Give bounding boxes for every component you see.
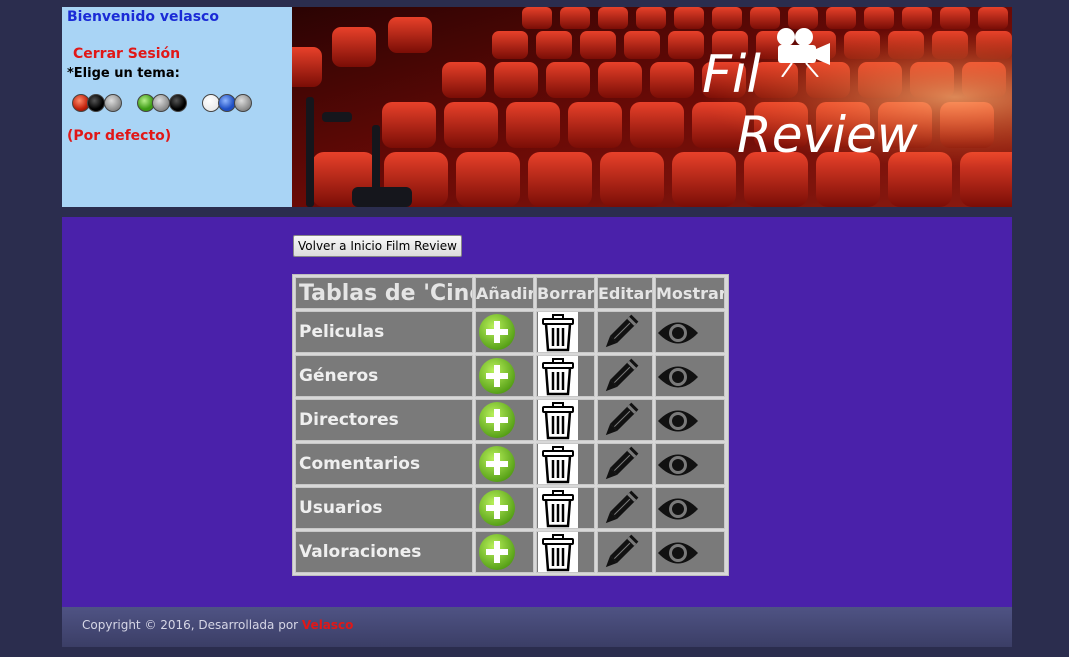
theme-red-black[interactable] [72, 94, 124, 112]
add-directores-button[interactable] [475, 399, 534, 441]
delete-valoraciones-button[interactable] [536, 531, 595, 573]
row-label-generos: Géneros [295, 355, 473, 397]
pencil-icon [599, 312, 641, 358]
header-show: Mostrar [655, 277, 725, 309]
eye-icon [657, 406, 699, 440]
logo-text-line2: Review [737, 106, 918, 164]
header-edit: Editar [597, 277, 653, 309]
add-comentarios-button[interactable] [475, 443, 534, 485]
copyright-label: Copyright © 2016, Desarrollada por [82, 618, 299, 632]
add-icon [478, 445, 516, 487]
back-home-button[interactable]: Volver a Inicio Film Review [293, 235, 462, 257]
row-label-valoraciones: Valoraciones [295, 531, 473, 573]
add-icon [478, 357, 516, 399]
delete-usuarios-button[interactable] [536, 487, 595, 529]
header-delete: Borrar [536, 277, 595, 309]
show-generos-button[interactable] [655, 355, 725, 397]
pencil-icon [599, 400, 641, 446]
header-tables: Tablas de 'Cine' [295, 277, 473, 309]
default-theme-link[interactable]: (Por defecto) [67, 128, 171, 144]
add-icon [478, 533, 516, 575]
eye-icon [657, 362, 699, 396]
footer: Copyright © 2016, Desarrollada por Velas… [62, 607, 1012, 647]
header-add: Añadir [475, 277, 534, 309]
pencil-icon [599, 532, 641, 578]
tables-grid: Tablas de 'Cine' Añadir Borrar Editar Mostra… [292, 274, 729, 576]
logout-link[interactable]: Cerrar Sesión [73, 46, 180, 62]
trash-icon [538, 312, 578, 356]
logo-text-line1: Fil [702, 45, 761, 105]
eye-icon [657, 494, 699, 528]
user-panel: Bienvenido velasco Cerrar Sesión *Elige … [62, 7, 292, 207]
main-content: Volver a Inicio Film Review Tablas de 'C… [62, 217, 1012, 607]
theme-dot-grey [234, 94, 252, 112]
film-camera-icon [777, 28, 830, 77]
edit-generos-button[interactable] [597, 355, 653, 397]
add-icon [478, 313, 516, 355]
theme-dot-black [87, 94, 105, 112]
eye-icon [657, 538, 699, 572]
pencil-icon [599, 356, 641, 402]
pencil-icon [599, 444, 641, 490]
theme-white-blue[interactable] [202, 94, 254, 112]
row-label-usuarios: Usuarios [295, 487, 473, 529]
show-peliculas-button[interactable] [655, 311, 725, 353]
show-directores-button[interactable] [655, 399, 725, 441]
theme-dot-grey [104, 94, 122, 112]
trash-icon [538, 532, 578, 576]
add-usuarios-button[interactable] [475, 487, 534, 529]
row-label-directores: Directores [295, 399, 473, 441]
welcome-text: Bienvenido velasco [67, 9, 219, 25]
edit-valoraciones-button[interactable] [597, 531, 653, 573]
add-icon [478, 401, 516, 443]
delete-comentarios-button[interactable] [536, 443, 595, 485]
show-valoraciones-button[interactable] [655, 531, 725, 573]
row-label-peliculas: Peliculas [295, 311, 473, 353]
theme-dot-black [169, 94, 187, 112]
delete-generos-button[interactable] [536, 355, 595, 397]
edit-comentarios-button[interactable] [597, 443, 653, 485]
delete-peliculas-button[interactable] [536, 311, 595, 353]
pencil-icon [599, 488, 641, 534]
add-generos-button[interactable] [475, 355, 534, 397]
eye-icon [657, 318, 699, 352]
edit-usuarios-button[interactable] [597, 487, 653, 529]
copyright-text: Copyright © 2016, Desarrollada por Velas… [82, 618, 353, 632]
theme-dot-grey [152, 94, 170, 112]
theme-label: *Elige un tema: [67, 66, 180, 81]
edit-directores-button[interactable] [597, 399, 653, 441]
show-usuarios-button[interactable] [655, 487, 725, 529]
theme-green-black[interactable] [137, 94, 189, 112]
add-peliculas-button[interactable] [475, 311, 534, 353]
trash-icon [538, 400, 578, 444]
show-comentarios-button[interactable] [655, 443, 725, 485]
eye-icon [657, 450, 699, 484]
trash-icon [538, 488, 578, 532]
add-icon [478, 489, 516, 531]
author-link: Velasco [301, 618, 354, 632]
add-valoraciones-button[interactable] [475, 531, 534, 573]
trash-icon [538, 444, 578, 488]
header-banner: Fil Review [292, 7, 1012, 207]
delete-directores-button[interactable] [536, 399, 595, 441]
trash-icon [538, 356, 578, 400]
edit-peliculas-button[interactable] [597, 311, 653, 353]
row-label-comentarios: Comentarios [295, 443, 473, 485]
